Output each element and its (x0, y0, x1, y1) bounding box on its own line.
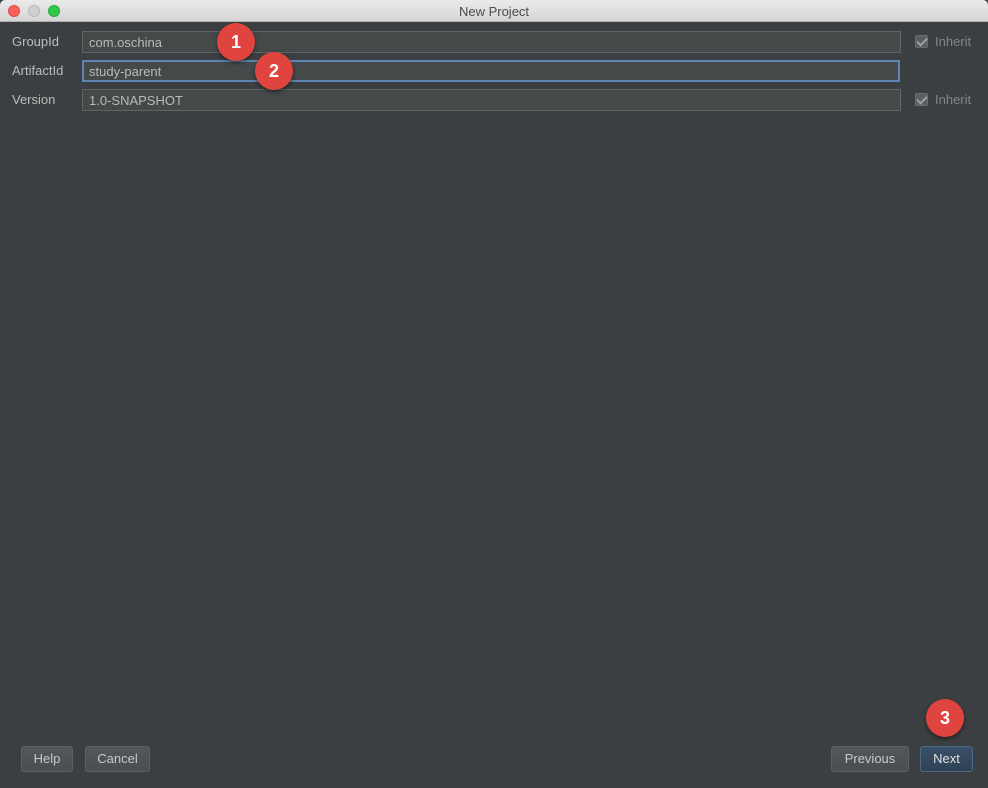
annotation-badge-2: 2 (255, 52, 293, 90)
artifact-id-label: ArtifactId (12, 63, 64, 78)
group-id-field[interactable]: com.oschina (82, 31, 901, 53)
group-id-row: GroupId com.oschina Inherit (0, 31, 988, 53)
previous-button[interactable]: Previous (831, 746, 909, 772)
annotation-badge-1: 1 (217, 23, 255, 61)
version-field[interactable]: 1.0-SNAPSHOT (82, 89, 901, 111)
title-bar: New Project (0, 0, 988, 22)
version-label: Version (12, 92, 56, 107)
inherit-checkbox-icon[interactable] (915, 93, 928, 106)
annotation-badge-3: 3 (926, 699, 964, 737)
help-button[interactable]: Help (21, 746, 73, 772)
artifact-id-field[interactable]: study-parent (82, 60, 900, 82)
group-id-label: GroupId (12, 34, 59, 49)
cancel-button[interactable]: Cancel (85, 746, 150, 772)
artifact-id-row: ArtifactId study-parent (0, 60, 988, 82)
version-inherit-label: Inherit (935, 92, 972, 107)
window-title: New Project (458, 4, 530, 19)
group-id-inherit-label: Inherit (935, 34, 972, 49)
inherit-checkbox-icon[interactable] (915, 35, 928, 48)
next-button[interactable]: Next (920, 746, 973, 772)
new-project-window: New Project GroupId com.oschina Inherit … (0, 0, 988, 788)
version-row: Version 1.0-SNAPSHOT Inherit (0, 89, 988, 111)
